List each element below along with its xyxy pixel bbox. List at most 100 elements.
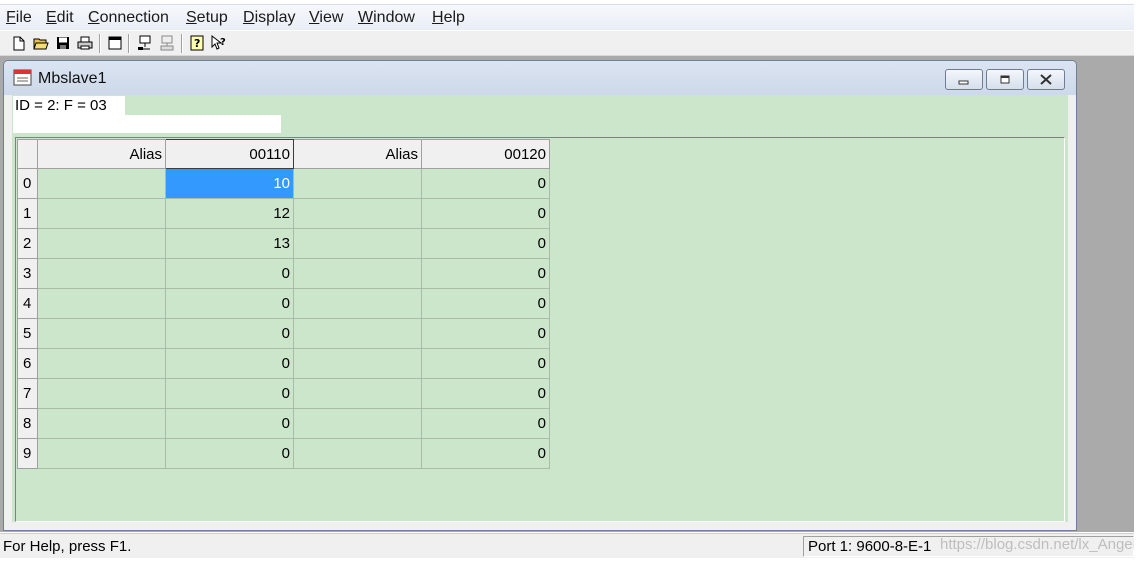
register-value-cell[interactable]: 0 — [165, 318, 294, 349]
register-value-cell[interactable]: 0 — [421, 318, 550, 349]
svg-text:?: ? — [194, 37, 200, 50]
menu-edit[interactable]: Edit — [46, 9, 74, 27]
table-row: 2 13 0 — [17, 228, 550, 259]
toolbar-separator — [128, 34, 130, 53]
table-row: 6 0 0 — [17, 348, 550, 379]
alias-cell[interactable] — [37, 408, 166, 439]
window-title: Mbslave1 — [38, 70, 107, 87]
column-header-alias-1[interactable]: Alias — [37, 139, 166, 169]
alias-cell[interactable] — [37, 288, 166, 319]
register-value-cell[interactable]: 0 — [421, 288, 550, 319]
alias-cell[interactable] — [37, 258, 166, 289]
open-icon[interactable] — [32, 34, 50, 52]
row-header[interactable]: 7 — [17, 378, 38, 409]
row-header[interactable]: 0 — [17, 168, 38, 199]
register-value-cell[interactable]: 0 — [421, 438, 550, 469]
alias-cell[interactable] — [293, 288, 422, 319]
register-value-cell[interactable]: 0 — [421, 228, 550, 259]
alias-cell[interactable] — [293, 408, 422, 439]
table-row: 5 0 0 — [17, 318, 550, 349]
alias-cell[interactable] — [37, 198, 166, 229]
context-help-icon[interactable]: ? — [210, 34, 228, 52]
row-header[interactable]: 3 — [17, 258, 38, 289]
register-value-cell[interactable]: 0 — [421, 198, 550, 229]
close-button[interactable] — [1027, 69, 1065, 90]
row-header[interactable]: 6 — [17, 348, 38, 379]
alias-cell[interactable] — [37, 438, 166, 469]
menu-help[interactable]: Help — [432, 9, 465, 27]
register-value-cell[interactable]: 0 — [421, 258, 550, 289]
register-value-cell[interactable]: 0 — [165, 408, 294, 439]
minimize-button[interactable] — [945, 69, 983, 90]
alias-cell[interactable] — [37, 168, 166, 199]
table-row: 0 10 0 — [17, 168, 550, 199]
menu-bar: File Edit Connection Setup Display View … — [0, 4, 1134, 30]
toolbar-separator — [99, 34, 101, 53]
table-row: 7 0 0 — [17, 378, 550, 409]
column-header-00110[interactable]: 00110 — [165, 139, 294, 169]
slave-id-line: ID = 2: F = 03 — [13, 96, 125, 115]
register-value-cell[interactable]: 0 — [421, 408, 550, 439]
status-help-text: For Help, press F1. — [3, 538, 132, 555]
column-header-00120[interactable]: 00120 — [421, 139, 550, 169]
alias-cell[interactable] — [37, 228, 166, 259]
help-icon[interactable]: ? — [188, 34, 206, 52]
alias-cell[interactable] — [37, 318, 166, 349]
print-icon[interactable] — [76, 34, 94, 52]
menu-window[interactable]: Window — [358, 9, 415, 27]
table-row: 3 0 0 — [17, 258, 550, 289]
child-client-area: ID = 2: F = 03 Alias 00110 Alias 00120 0… — [12, 95, 1068, 522]
register-value-cell[interactable]: 0 — [165, 258, 294, 289]
row-header[interactable]: 4 — [17, 288, 38, 319]
mbslave-app-icon — [13, 69, 33, 87]
alias-cell[interactable] — [37, 348, 166, 379]
window-icon[interactable] — [106, 34, 124, 52]
menu-connection[interactable]: Connection — [88, 9, 169, 27]
menu-setup[interactable]: Setup — [186, 9, 228, 27]
row-header[interactable]: 1 — [17, 198, 38, 229]
register-value-cell[interactable]: 0 — [165, 378, 294, 409]
row-header[interactable]: 8 — [17, 408, 38, 439]
child-window: Mbslave1 ID = 2: F = 03 Alias 00110 Alia… — [3, 60, 1077, 531]
menu-file[interactable]: File — [6, 9, 32, 27]
register-value-cell[interactable]: 0 — [165, 438, 294, 469]
register-value-cell[interactable]: 12 — [165, 198, 294, 229]
table-row: 9 0 0 — [17, 438, 550, 469]
table-row: 1 12 0 — [17, 198, 550, 229]
child-titlebar[interactable]: Mbslave1 — [4, 61, 1076, 95]
alias-cell[interactable] — [293, 258, 422, 289]
restore-button[interactable] — [986, 69, 1024, 90]
new-icon[interactable] — [10, 34, 28, 52]
row-header[interactable]: 5 — [17, 318, 38, 349]
save-icon[interactable] — [54, 34, 72, 52]
toolbar: ? ? — [0, 31, 1134, 56]
grid-corner — [17, 139, 38, 169]
alias-cell[interactable] — [293, 168, 422, 199]
alias-cell[interactable] — [37, 378, 166, 409]
alias-cell[interactable] — [293, 438, 422, 469]
register-value-cell[interactable]: 0 — [165, 348, 294, 379]
alias-cell[interactable] — [293, 318, 422, 349]
menu-display[interactable]: Display — [243, 9, 295, 27]
register-grid: Alias 00110 Alias 00120 0 10 0 1 12 0 2 13 0 3 0 0 4… — [15, 137, 1065, 522]
register-value-cell[interactable]: 0 — [165, 288, 294, 319]
alias-cell[interactable] — [293, 348, 422, 379]
connect-icon[interactable] — [136, 34, 154, 52]
table-row: 8 0 0 — [17, 408, 550, 439]
register-value-cell[interactable]: 0 — [421, 378, 550, 409]
row-header[interactable]: 2 — [17, 228, 38, 259]
register-value-cell[interactable]: 0 — [421, 348, 550, 379]
alias-cell[interactable] — [293, 198, 422, 229]
alias-cell[interactable] — [293, 228, 422, 259]
alias-cell[interactable] — [293, 378, 422, 409]
column-header-alias-2[interactable]: Alias — [293, 139, 422, 169]
screen-edge — [1134, 0, 1141, 563]
register-value-cell[interactable]: 10 — [165, 168, 294, 199]
disconnect-icon[interactable] — [158, 34, 176, 52]
menu-view[interactable]: View — [309, 9, 343, 27]
register-value-cell[interactable]: 13 — [165, 228, 294, 259]
mdi-client-area: Mbslave1 ID = 2: F = 03 Alias 00110 Alia… — [0, 56, 1134, 532]
register-value-cell[interactable]: 0 — [421, 168, 550, 199]
row-header[interactable]: 9 — [17, 438, 38, 469]
status-message-line — [13, 115, 281, 133]
